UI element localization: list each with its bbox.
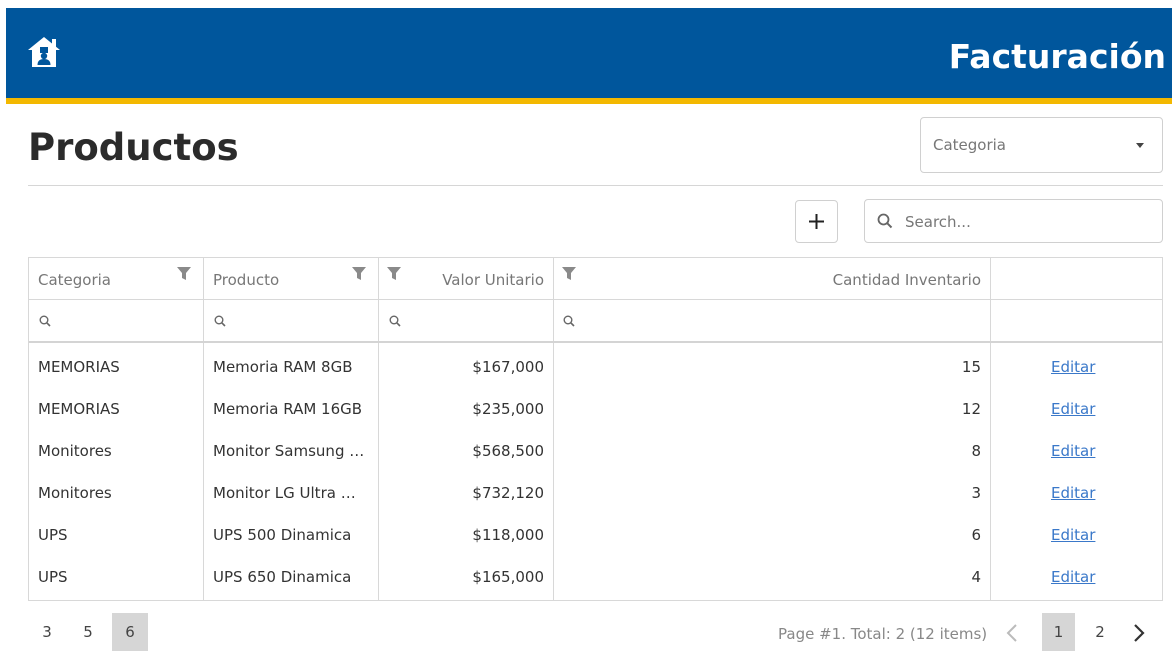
app-header: Facturación [6,8,1172,98]
home-button[interactable] [26,35,66,75]
cell-categoria: MEMORIAS [38,358,120,376]
cell-cantidad-inventario: 4 [971,568,981,586]
page-size-option[interactable]: 3 [36,613,58,651]
cell-producto: Memoria RAM 16GB [213,400,363,418]
app-title: Facturación [948,37,1166,76]
filter-icon[interactable] [176,266,192,282]
search-icon[interactable] [389,315,401,327]
page-size-option[interactable]: 5 [77,613,99,651]
edit-link[interactable]: Editar [1051,567,1111,587]
cell-valor-unitario: $235,000 [472,400,544,418]
cell-categoria: UPS [38,526,68,544]
column-divider [378,258,379,600]
category-select[interactable]: Categoria [920,117,1163,173]
column-header-cantidad-inventario[interactable]: Cantidad Inventario [589,270,981,290]
top-band [0,0,1172,8]
pager-info: Page #1. Total: 2 (12 items) [778,625,988,643]
chevron-down-icon [1136,143,1144,148]
cell-cantidad-inventario: 8 [971,442,981,460]
cell-categoria: UPS [38,568,68,586]
search-input[interactable] [905,210,1145,234]
column-header-categoria[interactable]: Categoria [38,270,168,290]
cell-valor-unitario: $165,000 [472,568,544,586]
filter-icon[interactable] [386,266,402,282]
filter-icon[interactable] [351,266,367,282]
chevron-left-icon[interactable] [1006,623,1018,643]
header-accent-bar [6,98,1172,104]
column-header-producto[interactable]: Producto [213,270,343,290]
filter-icon[interactable] [561,266,577,282]
column-divider [203,258,204,600]
edit-link[interactable]: Editar [1051,525,1111,545]
page-button-current[interactable]: 1 [1042,613,1075,651]
cell-cantidad-inventario: 12 [961,400,981,418]
plus-icon [809,214,824,229]
column-header-valor-unitario[interactable]: Valor Unitario [409,270,544,290]
cell-valor-unitario: $568,500 [472,442,544,460]
cell-valor-unitario: $732,120 [472,484,544,502]
category-select-placeholder: Categoria [933,136,1007,154]
edit-link[interactable]: Editar [1051,357,1111,377]
cell-categoria: Monitores [38,442,112,460]
page-title: Productos [28,126,239,169]
search-icon[interactable] [214,315,226,327]
cell-categoria: MEMORIAS [38,400,120,418]
search-icon [877,213,893,229]
cell-producto: UPS 500 Dinamica [213,526,352,544]
cell-producto: Monitor LG Ultra Wide [213,484,365,502]
cell-cantidad-inventario: 15 [961,358,981,376]
column-divider [553,258,554,600]
search-box[interactable] [864,199,1163,243]
row-divider [29,341,1162,343]
page-size-option-selected[interactable]: 6 [112,613,148,651]
page-button[interactable]: 2 [1086,613,1114,651]
products-grid: Categoria Producto Valor Unitario Cantid… [28,257,1163,601]
home-icon [28,37,60,67]
title-divider [28,185,1163,186]
cell-valor-unitario: $167,000 [472,358,544,376]
cell-categoria: Monitores [38,484,112,502]
cell-cantidad-inventario: 6 [971,526,981,544]
column-divider [990,258,991,600]
edit-link[interactable]: Editar [1051,399,1111,419]
cell-cantidad-inventario: 3 [971,484,981,502]
cell-producto: Memoria RAM 8GB [213,358,353,376]
chevron-right-icon[interactable] [1133,623,1145,643]
cell-producto: UPS 650 Dinamica [213,568,352,586]
edit-link[interactable]: Editar [1051,483,1111,503]
search-icon[interactable] [39,315,51,327]
row-divider [29,299,1162,300]
search-icon[interactable] [563,315,575,327]
add-product-button[interactable] [795,200,838,243]
cell-producto: Monitor Samsung 24 [213,442,365,460]
edit-link[interactable]: Editar [1051,441,1111,461]
cell-valor-unitario: $118,000 [472,526,544,544]
